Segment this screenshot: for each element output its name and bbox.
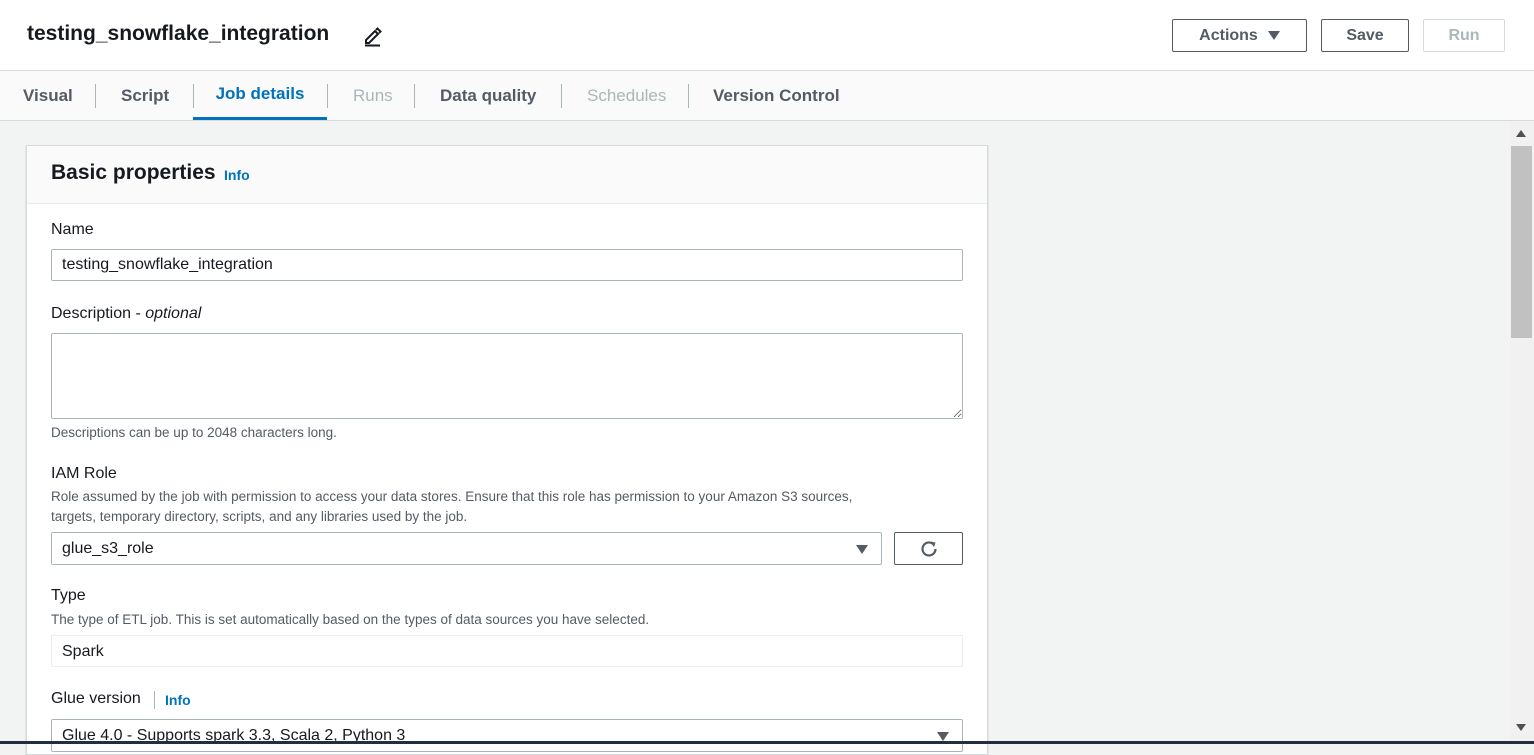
actions-dropdown-button[interactable]: Actions — [1172, 19, 1307, 52]
actions-label: Actions — [1199, 26, 1258, 44]
refresh-icon — [920, 540, 937, 557]
tab-data-quality[interactable]: Data quality — [440, 71, 536, 120]
job-tabs: Visual Script Job details Runs Data qual… — [0, 71, 1534, 121]
glue-version-label: Glue version — [51, 690, 141, 707]
tab-visual[interactable]: Visual — [23, 71, 73, 120]
iam-role-label: IAM Role — [51, 465, 117, 482]
glue-version-info-link[interactable]: Info — [165, 692, 191, 708]
pencil-edit-icon[interactable] — [362, 26, 384, 48]
tab-schedules: Schedules — [587, 85, 667, 105]
info-divider — [154, 691, 155, 709]
name-input[interactable] — [51, 249, 963, 281]
caret-down-icon — [856, 545, 868, 554]
name-label: Name — [51, 221, 94, 238]
description-label-text: Description - — [51, 305, 146, 322]
tab-version-control[interactable]: Version Control — [713, 71, 840, 120]
type-label: Type — [51, 587, 86, 604]
type-value: Spark — [51, 635, 963, 667]
iam-role-hint-line1: Role assumed by the job with permission … — [51, 489, 853, 504]
refresh-roles-button[interactable] — [894, 532, 963, 565]
tab-job-details[interactable]: Job details — [193, 71, 327, 120]
job-title: testing_snowflake_integration — [27, 22, 330, 45]
scroll-up-arrow-icon[interactable] — [1516, 130, 1526, 137]
iam-role-select[interactable]: glue_s3_role — [51, 532, 882, 565]
run-button[interactable]: Run — [1423, 19, 1505, 52]
description-label: Description - optional — [51, 305, 201, 323]
glue-version-select[interactable]: Glue 4.0 - Supports spark 3.3, Scala 2, … — [51, 719, 963, 752]
scrollbar-thumb[interactable] — [1511, 146, 1532, 338]
description-hint: Descriptions can be up to 2048 character… — [51, 425, 337, 440]
save-button[interactable]: Save — [1321, 19, 1409, 52]
type-hint: The type of ETL job. This is set automat… — [51, 612, 650, 627]
caret-down-icon — [937, 732, 949, 741]
description-textarea[interactable] — [51, 333, 963, 419]
tab-divider — [327, 84, 328, 108]
iam-role-hint-line2: targets, temporary directory, scripts, a… — [51, 509, 468, 524]
caret-down-icon — [1267, 31, 1280, 40]
basic-properties-info-link[interactable]: Info — [224, 167, 250, 183]
tab-script[interactable]: Script — [121, 71, 169, 120]
panel-header: Basic properties Info — [27, 146, 987, 204]
tab-divider — [561, 84, 562, 108]
job-header: testing_snowflake_integration Actions Sa… — [0, 0, 1534, 71]
tab-divider — [95, 84, 96, 108]
tab-divider — [688, 84, 689, 108]
scroll-down-arrow-icon[interactable] — [1516, 724, 1526, 731]
tab-runs: Runs — [353, 85, 393, 105]
iam-role-selected: glue_s3_role — [62, 540, 154, 557]
tab-divider — [414, 84, 415, 108]
panel-title: Basic properties — [51, 161, 216, 184]
optional-tag: optional — [145, 305, 202, 322]
